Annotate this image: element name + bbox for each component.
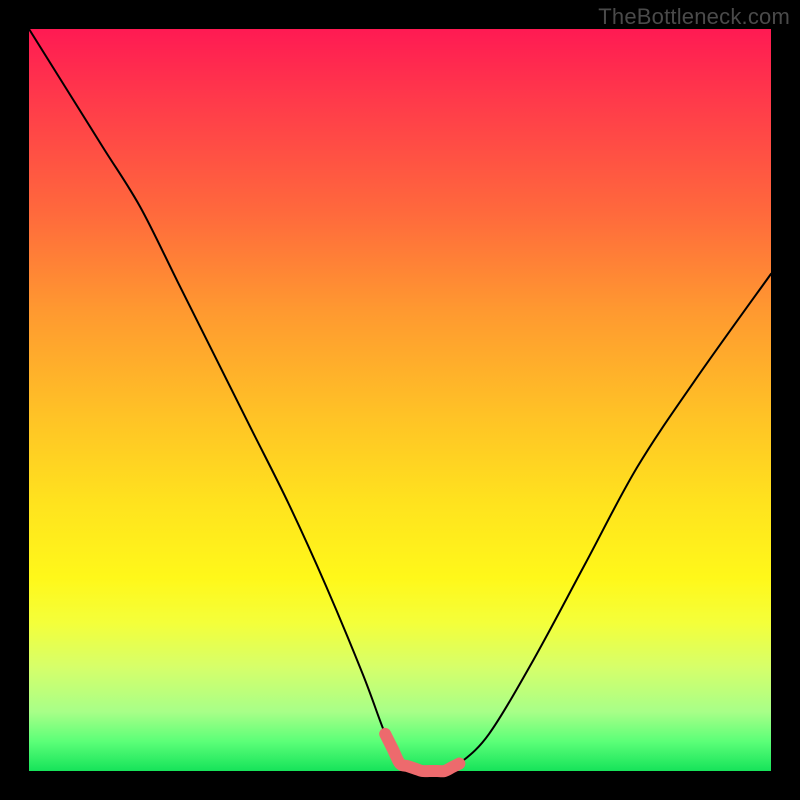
optimal-range-highlight <box>385 734 459 771</box>
chart-frame: TheBottleneck.com <box>0 0 800 800</box>
chart-svg <box>29 29 771 771</box>
watermark-text: TheBottleneck.com <box>598 4 790 30</box>
bottleneck-curve <box>29 29 771 772</box>
